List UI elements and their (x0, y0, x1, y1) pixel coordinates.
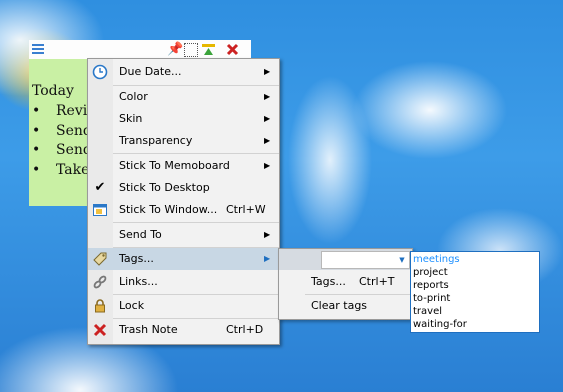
note-titlebar[interactable]: 📌 (29, 40, 251, 59)
menu-item-shortcut: Ctrl+W (226, 203, 266, 216)
submenu-arrow-icon: ▶ (264, 161, 271, 170)
note-heading: Today (32, 83, 74, 99)
menu-item-transparency[interactable]: Transparency ▶ (88, 130, 279, 152)
menu-item-skin[interactable]: Skin ▶ (88, 108, 279, 130)
menu-item-stick-to-desktop[interactable]: ✔ Stick To Desktop (88, 177, 279, 199)
menu-item-send-to[interactable]: Send To ▶ (88, 224, 279, 246)
submenu-item-shortcut: Ctrl+T (359, 275, 395, 288)
menu-item-due-date[interactable]: Due Date... ▶ (88, 61, 279, 83)
menu-item-color[interactable]: Color ▶ (88, 86, 279, 108)
tag-combo-row: ▼ (279, 249, 412, 270)
menu-item-label: Stick To Window... (119, 203, 218, 216)
menu-item-label: Lock (119, 299, 145, 312)
tags-submenu: ▼ Tags... Ctrl+T Clear tags (278, 248, 413, 320)
submenu-arrow-icon: ▶ (264, 136, 271, 145)
window-icon (92, 202, 108, 218)
menu-separator (113, 222, 279, 223)
menu-item-label: Send To (119, 228, 162, 241)
menu-item-links[interactable]: Links... (88, 271, 279, 293)
submenu-item-clear-tags[interactable]: Clear tags (279, 295, 412, 317)
link-icon (92, 274, 108, 290)
submenu-item-tags[interactable]: Tags... Ctrl+T (279, 271, 412, 293)
submenu-arrow-icon: ▶ (264, 230, 271, 239)
menu-item-label: Links... (119, 275, 158, 288)
menu-item-label: Color (119, 90, 148, 103)
submenu-arrow-icon: ▶ (264, 67, 271, 76)
tag-option[interactable]: meetings (411, 253, 539, 266)
lock-icon (92, 298, 108, 314)
tag-combo-input[interactable]: ▼ (321, 251, 410, 269)
check-icon: ✔ (94, 180, 106, 195)
submenu-item-label: Clear tags (311, 299, 368, 312)
tag-option[interactable]: to-print (411, 292, 539, 305)
tag-dropdown-list: meetings project reports to-print travel… (410, 251, 540, 333)
menu-item-lock[interactable]: Lock (88, 295, 279, 317)
tag-option[interactable]: waiting-for (411, 318, 539, 331)
menu-item-trash-note[interactable]: Trash Note Ctrl+D (88, 319, 279, 341)
roll-icon[interactable] (201, 42, 216, 57)
menu-icon[interactable] (32, 44, 44, 56)
menu-item-tags[interactable]: Tags... ▶ (88, 248, 279, 270)
tag-option[interactable]: project (411, 266, 539, 279)
close-icon[interactable] (225, 42, 240, 57)
submenu-arrow-icon: ▶ (264, 92, 271, 101)
submenu-arrow-icon: ▶ (264, 254, 271, 263)
trash-icon (92, 322, 108, 338)
menu-item-label: Stick To Desktop (119, 181, 210, 194)
list-item: Take (32, 161, 92, 181)
select-icon[interactable] (184, 43, 198, 57)
list-item: Send (32, 141, 92, 161)
tag-option[interactable]: travel (411, 305, 539, 318)
menu-item-label: Due Date... (119, 65, 182, 78)
context-menu: Due Date... ▶ Color ▶ Skin ▶ Transparenc… (87, 58, 280, 345)
submenu-item-label: Tags... (311, 275, 346, 288)
menu-item-shortcut: Ctrl+D (226, 323, 264, 336)
menu-item-label: Stick To Memoboard (119, 159, 230, 172)
menu-item-label: Transparency (119, 134, 193, 147)
submenu-arrow-icon: ▶ (264, 114, 271, 123)
list-item: Send (32, 122, 92, 142)
tag-option[interactable]: reports (411, 279, 539, 292)
menu-item-label: Tags... (119, 252, 154, 265)
menu-item-stick-to-window[interactable]: Stick To Window... Ctrl+W (88, 199, 279, 221)
menu-item-stick-to-memoboard[interactable]: Stick To Memoboard ▶ (88, 155, 279, 177)
pin-icon[interactable]: 📌 (167, 42, 183, 57)
tag-icon (92, 251, 108, 267)
note-list: Revi Send Send Take (32, 102, 92, 180)
menu-item-label: Trash Note (119, 323, 178, 336)
menu-item-label: Skin (119, 112, 143, 125)
menu-separator (113, 153, 279, 154)
list-item: Revi (32, 102, 92, 122)
clock-icon (92, 64, 108, 80)
dropdown-arrow-icon[interactable]: ▼ (395, 252, 409, 268)
